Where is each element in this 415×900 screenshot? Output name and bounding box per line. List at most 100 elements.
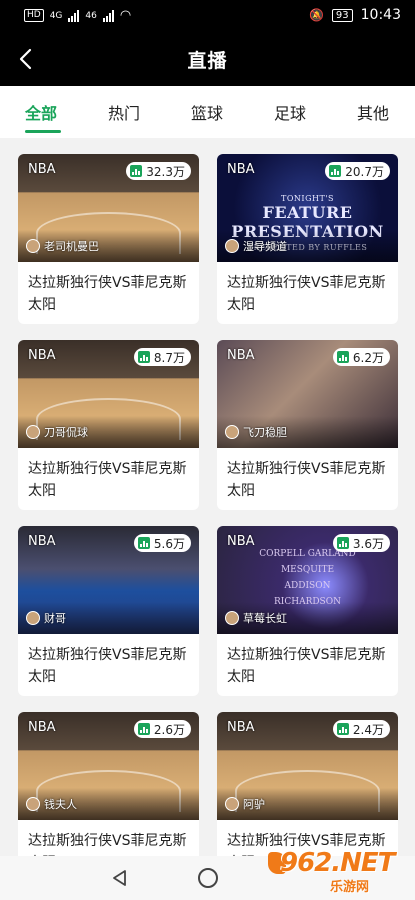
viewer-count: 2.6万 [153, 722, 185, 737]
clock: 10:43 [360, 7, 401, 23]
league-label: NBA [28, 162, 56, 177]
avatar [225, 611, 239, 625]
anchor-name: 湿导频道 [243, 240, 287, 253]
anchor-info: 飞刀稳胆 [225, 424, 287, 440]
stream-thumbnail: CORPELL GARLANDMESQUITEADDISONRICHARDSON… [217, 526, 398, 634]
viewer-count-badge: 32.3万 [126, 162, 191, 180]
active-tab-indicator [25, 130, 61, 133]
page-title: 直播 [187, 50, 228, 72]
stream-thumbnail: NBA 2.4万 阿驴 [217, 712, 398, 820]
status-right: 🔕 93 10:43 [309, 7, 401, 23]
mute-icon: 🔕 [308, 8, 324, 22]
live-stream-card[interactable]: TONIGHT'S FEATURE PRESENTATION PRESENTED… [217, 154, 398, 324]
tab-basketball[interactable]: 篮球 [191, 100, 223, 124]
stream-title: 达拉斯独行侠VS菲尼克斯太阳 [227, 275, 386, 313]
anchor-name: 草莓长虹 [243, 612, 287, 625]
viewer-count: 20.7万 [345, 164, 384, 179]
category-tabs: 全部 热门 篮球 足球 其他 [0, 86, 415, 138]
live-stream-card[interactable]: NBA 6.2万 飞刀稳胆 达拉斯独行侠VS菲尼克斯太阳 [217, 340, 398, 510]
tab-hot[interactable]: 热门 [108, 100, 140, 124]
stream-title: 达拉斯独行侠VS菲尼克斯太阳 [28, 275, 187, 313]
tab-all[interactable]: 全部 [25, 100, 57, 124]
anchor-name: 飞刀稳胆 [243, 426, 287, 439]
popularity-icon [137, 537, 150, 549]
wifi-icon: ◠ [119, 8, 132, 23]
anchor-info: 阿驴 [225, 796, 265, 812]
4g-label: 4G [49, 10, 63, 21]
viewer-count: 8.7万 [153, 350, 185, 365]
watermark-subtext: 乐游网 [330, 880, 370, 895]
live-stream-card[interactable]: NBA 8.7万 刀哥侃球 达拉斯独行侠VS菲尼克斯太阳 [18, 340, 199, 510]
network-indicators: HD 4G 46 ◠ [24, 8, 131, 23]
viewer-count: 3.6万 [352, 536, 384, 551]
league-label: NBA [28, 720, 56, 735]
popularity-icon [137, 723, 150, 735]
avatar [26, 797, 40, 811]
signal-icon [68, 9, 80, 22]
nav-back-icon[interactable] [110, 868, 130, 888]
viewer-count: 2.4万 [352, 722, 384, 737]
league-label: NBA [227, 348, 255, 363]
tab-other[interactable]: 其他 [357, 100, 389, 124]
anchor-name: 阿驴 [243, 798, 265, 811]
league-label: NBA [28, 534, 56, 549]
anchor-info: 财哥 [26, 610, 66, 626]
viewer-count: 5.6万 [153, 536, 185, 551]
stream-title: 达拉斯独行侠VS菲尼克斯太阳 [227, 647, 386, 685]
watermark-text: 962.NET [280, 848, 395, 878]
popularity-icon [137, 351, 150, 363]
anchor-info: 草莓长虹 [225, 610, 287, 626]
signal-icon [102, 9, 114, 22]
anchor-info: 刀哥侃球 [26, 424, 88, 440]
stream-title: 达拉斯独行侠VS菲尼克斯太阳 [227, 461, 386, 499]
league-label: NBA [28, 348, 56, 363]
anchor-info: 老司机曼巴 [26, 238, 99, 254]
nav-home-icon[interactable] [198, 868, 218, 888]
viewer-count-badge: 5.6万 [133, 534, 191, 552]
viewer-count-badge: 20.7万 [325, 162, 390, 180]
stream-thumbnail: NBA 8.7万 刀哥侃球 [18, 340, 199, 448]
anchor-info: 钱夫人 [26, 796, 77, 812]
viewer-count-badge: 2.4万 [332, 720, 390, 738]
hd-badge: HD [24, 9, 44, 22]
avatar [225, 797, 239, 811]
anchor-name: 老司机曼巴 [44, 240, 99, 253]
avatar [26, 425, 40, 439]
live-stream-card[interactable]: NBA 5.6万 财哥 达拉斯独行侠VS菲尼克斯太阳 [18, 526, 199, 696]
stream-title: 达拉斯独行侠VS菲尼克斯太阳 [28, 647, 187, 685]
avatar [26, 611, 40, 625]
stream-thumbnail: TONIGHT'S FEATURE PRESENTATION PRESENTED… [217, 154, 398, 262]
stream-thumbnail: NBA 32.3万 老司机曼巴 [18, 154, 199, 262]
anchor-name: 财哥 [44, 612, 66, 625]
league-label: NBA [227, 720, 255, 735]
live-stream-card[interactable]: NBA 32.3万 老司机曼巴 达拉斯独行侠VS菲尼克斯太阳 [18, 154, 199, 324]
viewer-count-badge: 3.6万 [332, 534, 390, 552]
stream-thumbnail: NBA 2.6万 钱夫人 [18, 712, 199, 820]
anchor-info: 湿导频道 [225, 238, 287, 254]
watermark-logo: 962.NET 乐游网 [268, 846, 408, 895]
avatar [225, 425, 239, 439]
anchor-name: 刀哥侃球 [44, 426, 88, 439]
tab-football[interactable]: 足球 [274, 100, 306, 124]
status-bar: HD 4G 46 ◠ 🔕 93 10:43 [0, 0, 415, 32]
avatar [225, 239, 239, 253]
league-label: NBA [227, 534, 255, 549]
46-label: 46 [85, 10, 97, 21]
stream-title: 达拉斯独行侠VS菲尼克斯太阳 [28, 461, 187, 499]
stream-thumbnail: NBA 5.6万 财哥 [18, 526, 199, 634]
league-label: NBA [227, 162, 255, 177]
popularity-icon [336, 537, 349, 549]
stream-thumbnail: NBA 6.2万 飞刀稳胆 [217, 340, 398, 448]
live-stream-card[interactable]: CORPELL GARLANDMESQUITEADDISONRICHARDSON… [217, 526, 398, 696]
viewer-count-badge: 8.7万 [133, 348, 191, 366]
app-header: 直播 [0, 32, 415, 86]
battery-icon: 93 [331, 8, 353, 22]
popularity-icon [329, 165, 342, 177]
popularity-icon [130, 165, 143, 177]
viewer-count: 32.3万 [146, 164, 185, 179]
anchor-name: 钱夫人 [44, 798, 77, 811]
viewer-count-badge: 2.6万 [133, 720, 191, 738]
viewer-count-badge: 6.2万 [332, 348, 390, 366]
names-overlay: CORPELL GARLANDMESQUITEADDISONRICHARDSON [259, 549, 356, 607]
viewer-count: 6.2万 [352, 350, 384, 365]
